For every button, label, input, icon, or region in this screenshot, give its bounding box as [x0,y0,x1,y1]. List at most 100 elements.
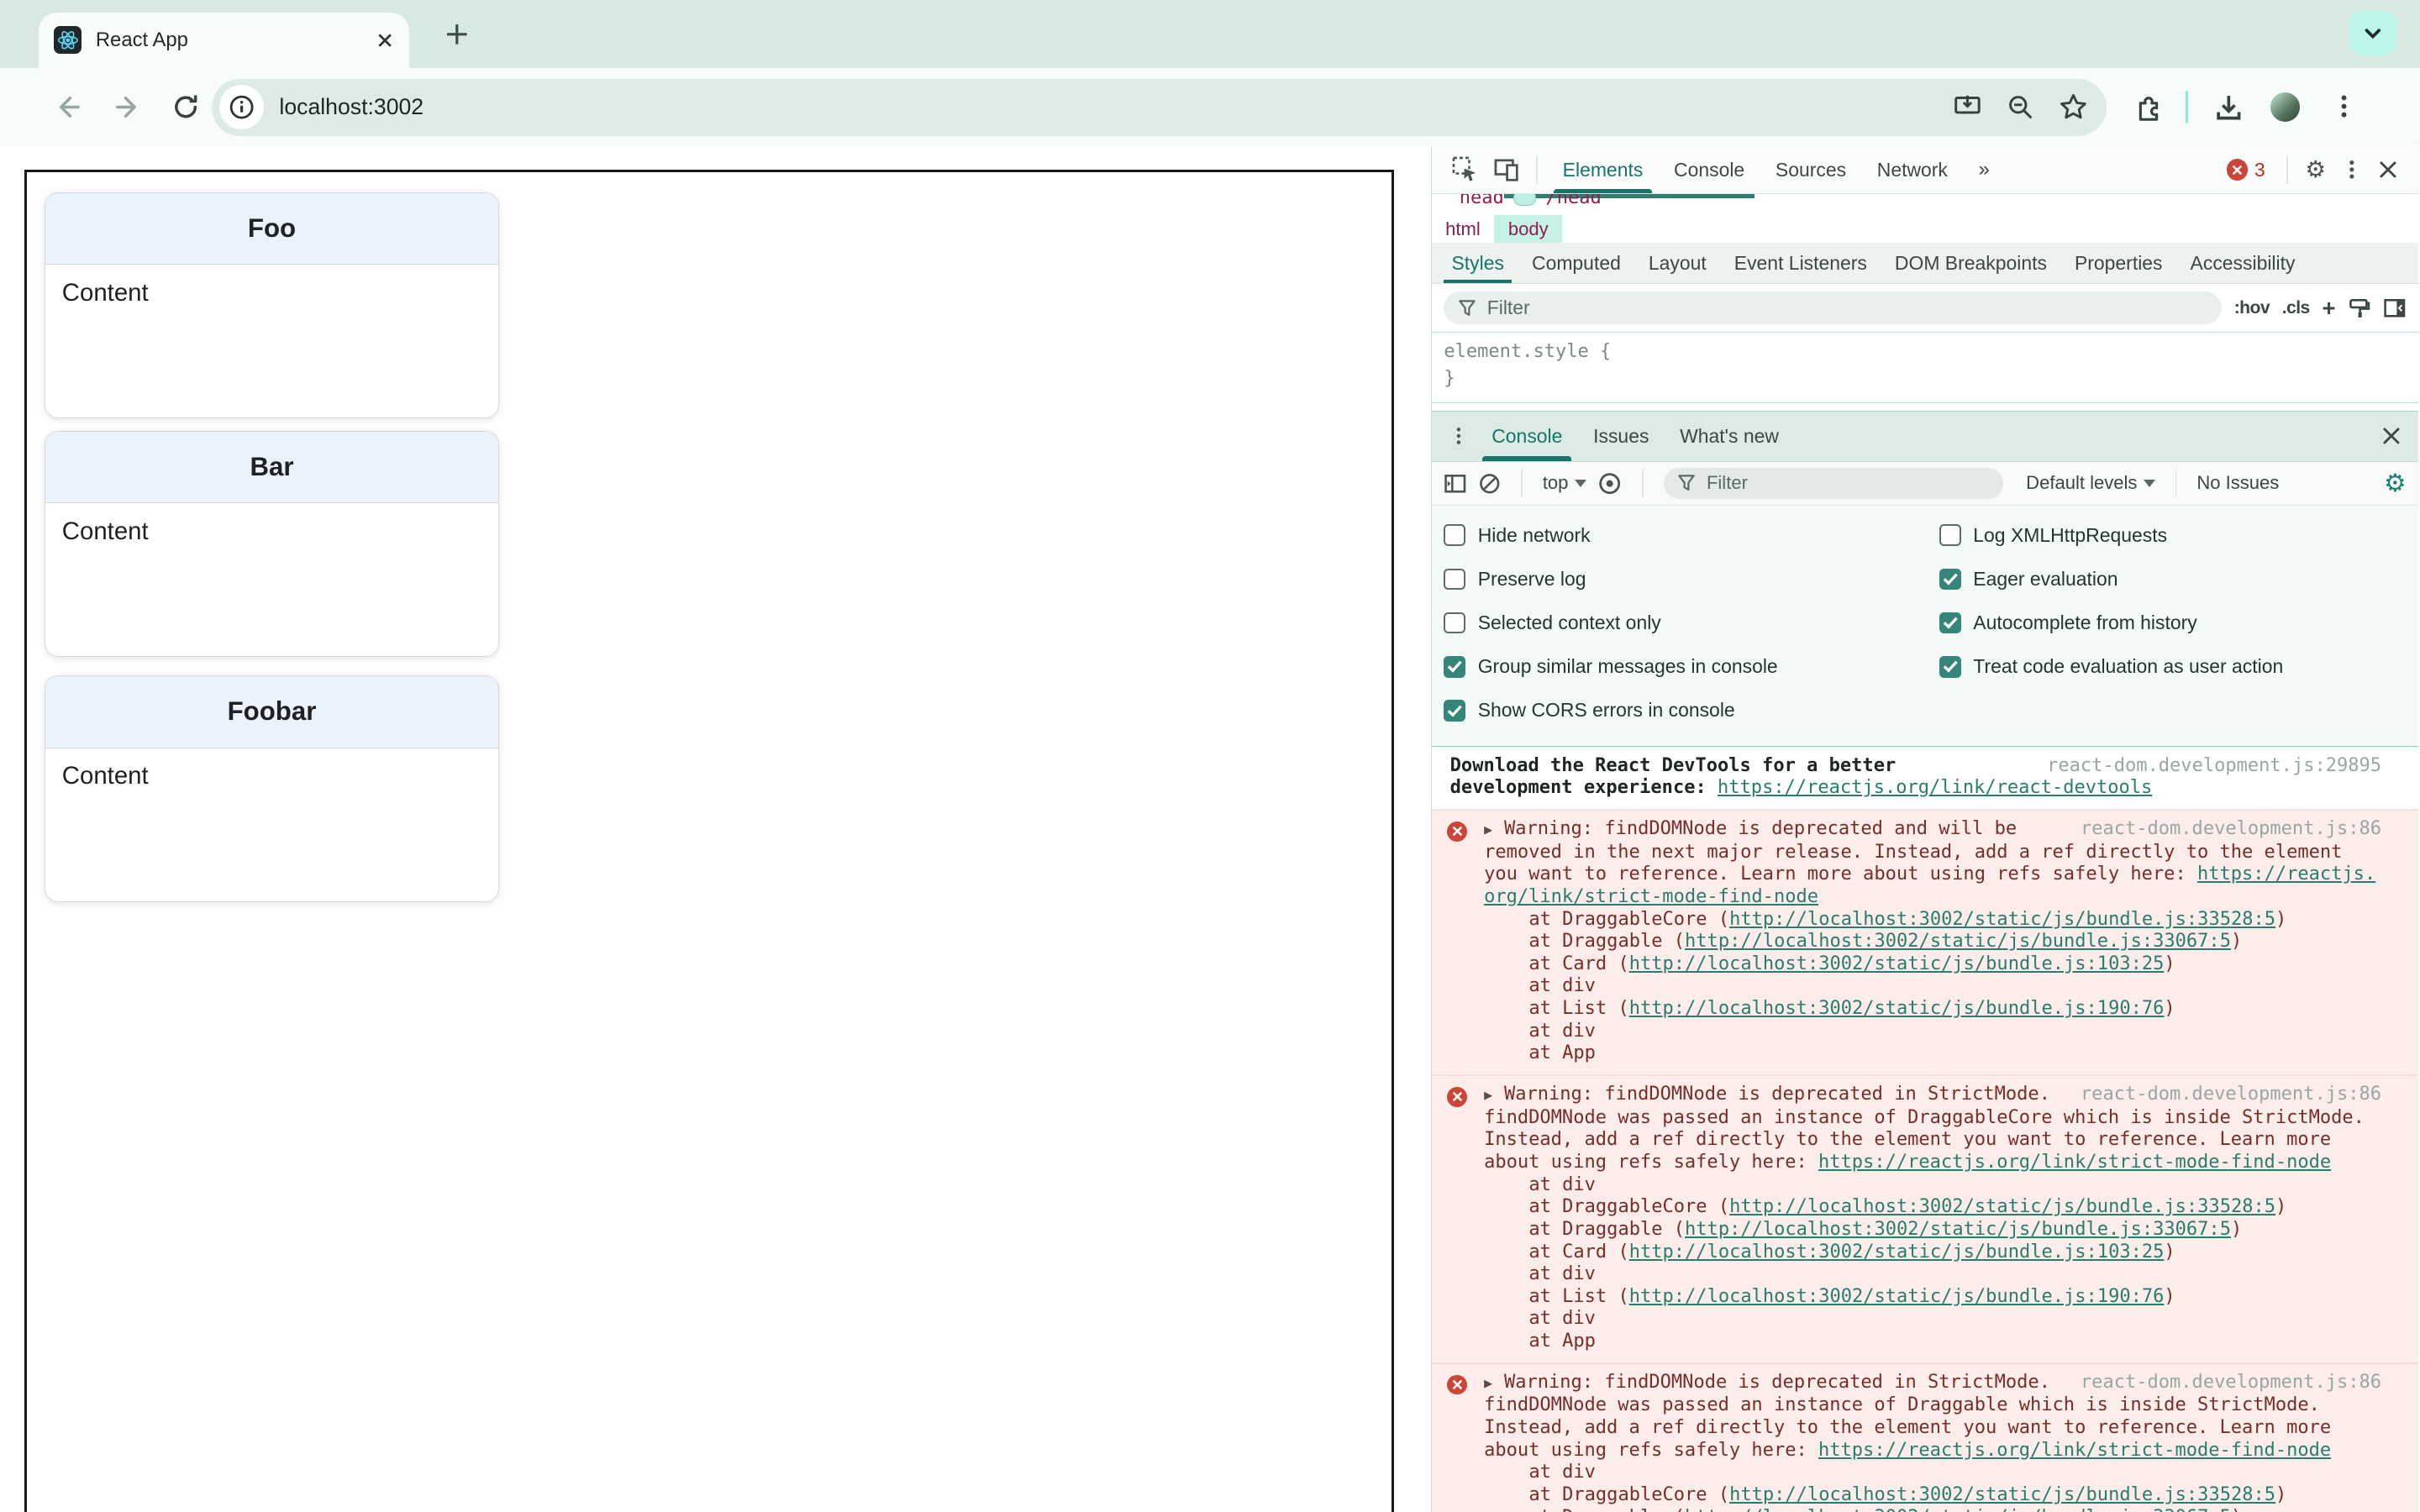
context-selector[interactable]: top [1543,472,1586,494]
log-levels-dropdown[interactable]: Default levels [2026,472,2155,494]
new-tab-button[interactable] [441,18,472,50]
breadcrumb-html[interactable]: html [1432,215,1495,243]
stack-frame-link[interactable]: http://localhost:3002/static/js/bundle.j… [1629,1242,2165,1263]
console-setting-row[interactable]: Log XMLHttpRequests [1939,513,2407,557]
console-setting-row[interactable]: Autocomplete from history [1939,601,2407,644]
stack-frame-link[interactable]: http://localhost:3002/static/js/bundle.j… [1629,1286,2165,1307]
rendering-brush-icon[interactable] [2348,297,2371,320]
console-setting-row[interactable]: Selected context only [1444,601,1939,644]
tab-elements[interactable]: Elements [1547,146,1658,193]
checkbox-icon[interactable] [1444,568,1466,591]
message-link[interactable]: https://reactjs.org/link/react-devtools [1718,777,2152,798]
tab-computed[interactable]: Computed [1518,243,1634,283]
element-style-block[interactable]: element.style { } [1431,332,2419,403]
tab-event-listeners[interactable]: Event Listeners [1720,243,1881,283]
stack-frame-link[interactable]: http://localhost:3002/static/js/bundle.j… [1629,953,2165,974]
console-setting-row[interactable]: Preserve log [1444,557,1939,601]
site-info-icon[interactable] [218,85,265,130]
toggle-classes-button[interactable]: .cls [2282,298,2311,318]
console-setting-row[interactable]: Group similar messages in console [1444,645,1939,689]
devtools-close-icon[interactable] [2378,160,2398,180]
drawer-menu-icon[interactable] [1449,426,1469,446]
console-filter-input[interactable]: Filter [1663,467,2003,499]
stack-frame-link[interactable]: http://localhost:3002/static/js/bundle.j… [1685,931,2231,952]
profile-avatar[interactable] [2270,92,2300,123]
devtools-settings-gear-icon[interactable]: ⚙ [2305,156,2326,183]
install-app-icon[interactable] [1953,93,1982,121]
issues-counter[interactable]: No Issues [2196,472,2279,494]
stack-frame-link[interactable]: http://localhost:3002/static/js/bundle.j… [1729,909,2275,930]
checkbox-icon[interactable] [1444,612,1466,634]
tab-search-button[interactable] [2349,10,2397,56]
drawer-tab-issues[interactable]: Issues [1578,412,1665,461]
downloads-icon[interactable] [2213,92,2244,123]
card-foo[interactable]: Foo Content [44,192,500,419]
breadcrumb-body[interactable]: body [1494,215,1563,244]
checkbox-icon[interactable] [1444,700,1466,722]
checkbox-icon[interactable] [1939,655,1961,678]
bookmark-star-icon[interactable] [2059,92,2088,122]
tab-console[interactable]: Console [1659,146,1760,192]
message-link[interactable]: https://reactjs.org/link/strict-mode-fin… [1818,1440,2331,1461]
checkbox-icon[interactable] [1444,524,1466,547]
console-setting-row[interactable]: Hide network [1444,513,1939,557]
new-style-rule-icon[interactable]: + [2322,295,2335,322]
browser-menu-icon[interactable] [2330,92,2358,120]
tab-network[interactable]: Network [1861,146,1963,192]
drawer-tab-whats-new[interactable]: What's new [1665,412,1795,461]
back-button[interactable] [54,92,83,122]
drawer-tab-console[interactable]: Console [1476,412,1578,461]
checkbox-icon[interactable] [1939,524,1961,547]
elements-tree-clipped-row[interactable]: head /head [1431,193,2419,216]
clear-console-icon[interactable] [1478,472,1502,496]
address-bar[interactable]: localhost:3002 [211,78,2107,136]
card-bar[interactable]: Bar Content [44,430,500,658]
expand-triangle-icon[interactable]: ▶ [1484,819,1504,842]
device-toolbar-icon[interactable] [1493,156,1519,182]
stack-frame-link[interactable]: http://localhost:3002/static/js/bundle.j… [1729,1484,2275,1505]
card-foobar[interactable]: Foobar Content [44,675,500,902]
url-text[interactable]: localhost:3002 [279,94,1952,120]
message-source-link[interactable]: react-dom.development.js:29895 [2047,755,2381,778]
console-setting-row[interactable]: Eager evaluation [1939,557,2407,601]
reload-button[interactable] [171,92,201,122]
checkbox-icon[interactable] [1939,568,1961,591]
styles-filter-input[interactable]: Filter [1444,291,2222,324]
tab-styles[interactable]: Styles [1438,243,1518,284]
tab-dom-breakpoints[interactable]: DOM Breakpoints [1881,243,2060,283]
drawer-close-icon[interactable] [2381,426,2402,446]
toggle-hover-state-button[interactable]: :hov [2234,298,2270,318]
stack-frame-link[interactable]: http://localhost:3002/static/js/bundle.j… [1685,1219,2231,1240]
message-source-link[interactable]: react-dom.development.js:86 [2081,818,2381,841]
expand-triangle-icon[interactable]: ▶ [1484,1084,1504,1107]
expand-triangle-icon[interactable]: ▶ [1484,1373,1504,1395]
devtools-menu-icon[interactable] [2341,159,2363,181]
message-source-link[interactable]: react-dom.development.js:86 [2081,1084,2381,1106]
zoom-out-icon[interactable] [2007,93,2034,121]
tab-properties[interactable]: Properties [2060,243,2176,283]
forward-button[interactable] [113,92,142,122]
console-settings-gear-icon[interactable]: ⚙ [2384,469,2406,498]
toggle-sidebar-icon[interactable] [2383,297,2407,320]
console-sidebar-icon[interactable] [1444,472,1467,496]
message-source-link[interactable]: react-dom.development.js:86 [2081,1372,2381,1394]
live-expression-eye-icon[interactable] [1597,471,1622,496]
message-link[interactable]: https://reactjs.org/link/strict-mode-fin… [1818,1152,2331,1173]
stack-frame-link[interactable]: http://localhost:3002/static/js/bundle.j… [1629,998,2165,1019]
stack-frame-link[interactable]: http://localhost:3002/static/js/bundle.j… [1685,1507,2231,1512]
tab-close-icon[interactable] [376,32,393,49]
console-setting-row[interactable]: Show CORS errors in console [1444,689,1939,732]
checkbox-icon[interactable] [1444,655,1466,678]
browser-tab[interactable]: React App [38,12,409,68]
filter-funnel-icon [1678,475,1695,491]
tab-layout[interactable]: Layout [1634,243,1720,283]
tab-accessibility[interactable]: Accessibility [2176,243,2309,283]
stack-frame-link[interactable]: http://localhost:3002/static/js/bundle.j… [1729,1196,2275,1217]
tab-sources[interactable]: Sources [1760,146,1862,192]
more-tabs-icon[interactable]: » [1963,146,2005,192]
inspect-element-icon[interactable] [1452,156,1478,182]
checkbox-icon[interactable] [1939,612,1961,634]
console-setting-row[interactable]: Treat code evaluation as user action [1939,645,2407,689]
error-count-badge[interactable]: 3 [2226,159,2265,181]
extensions-icon[interactable] [2134,92,2165,123]
